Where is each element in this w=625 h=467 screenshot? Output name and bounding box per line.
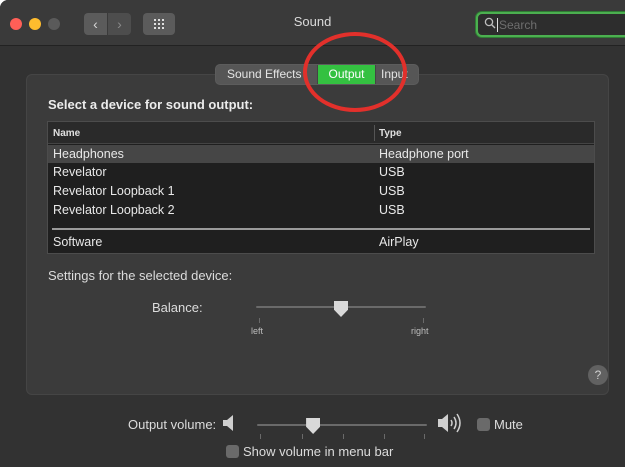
title-bar: ‹ › Sound Search: [0, 0, 625, 46]
speaker-low-icon: [222, 414, 238, 432]
speaker-high-icon: [437, 413, 465, 433]
balance-label: Balance:: [152, 300, 203, 315]
group-divider: [52, 228, 590, 230]
tab-input[interactable]: Input: [376, 65, 418, 84]
volume-tick: [343, 434, 344, 439]
settings-label: Settings for the selected device:: [48, 268, 233, 283]
sound-preferences-window: ‹ › Sound Search Sound Effects Output In…: [0, 0, 625, 467]
column-header-name[interactable]: Name: [53, 128, 80, 139]
device-name: Revelator Loopback 2: [53, 203, 175, 217]
mute-label: Mute: [494, 417, 523, 432]
device-type: AirPlay: [379, 235, 419, 249]
device-type: USB: [379, 165, 405, 179]
balance-tick: [259, 318, 260, 323]
search-icon: [484, 17, 496, 32]
tab-output[interactable]: Output: [318, 65, 376, 84]
balance-left-label: left: [251, 326, 264, 336]
text-caret: [497, 18, 498, 32]
table-row[interactable]: Revelator Loopback 1 USB: [48, 182, 594, 200]
help-button[interactable]: ?: [588, 365, 608, 385]
output-device-table: Name Type Headphones Headphone port Reve…: [47, 121, 595, 254]
table-row[interactable]: Revelator Loopback 2 USB: [48, 201, 594, 219]
volume-tick: [384, 434, 385, 439]
device-name: Revelator: [53, 165, 107, 179]
column-separator: [374, 125, 375, 141]
column-header-type[interactable]: Type: [379, 128, 402, 139]
device-type: Headphone port: [379, 147, 469, 161]
device-name: Revelator Loopback 1: [53, 184, 175, 198]
device-name: Software: [53, 235, 103, 249]
tab-bar: Sound Effects Output Input: [215, 64, 419, 85]
balance-right-label: right: [411, 326, 429, 336]
section-title: Select a device for sound output:: [48, 97, 254, 112]
table-row[interactable]: Headphones Headphone port: [48, 145, 594, 163]
search-field[interactable]: Search: [476, 12, 625, 37]
show-volume-label: Show volume in menu bar: [243, 444, 394, 459]
volume-tick: [260, 434, 261, 439]
volume-track: [257, 424, 427, 426]
balance-tick: [423, 318, 424, 323]
output-volume-label: Output volume:: [128, 417, 217, 432]
volume-tick: [424, 434, 425, 439]
device-name: Headphones: [53, 147, 124, 161]
table-row[interactable]: Software AirPlay: [48, 233, 594, 251]
table-header: Name Type: [48, 122, 594, 144]
volume-knob[interactable]: [306, 418, 321, 434]
search-placeholder: Search: [499, 18, 538, 32]
table-row[interactable]: Revelator USB: [48, 163, 594, 181]
device-type: USB: [379, 184, 405, 198]
mute-checkbox[interactable]: [477, 418, 490, 431]
tab-sound-effects[interactable]: Sound Effects: [216, 65, 318, 84]
show-volume-checkbox[interactable]: [226, 445, 239, 458]
device-type: USB: [379, 203, 405, 217]
volume-tick: [302, 434, 303, 439]
